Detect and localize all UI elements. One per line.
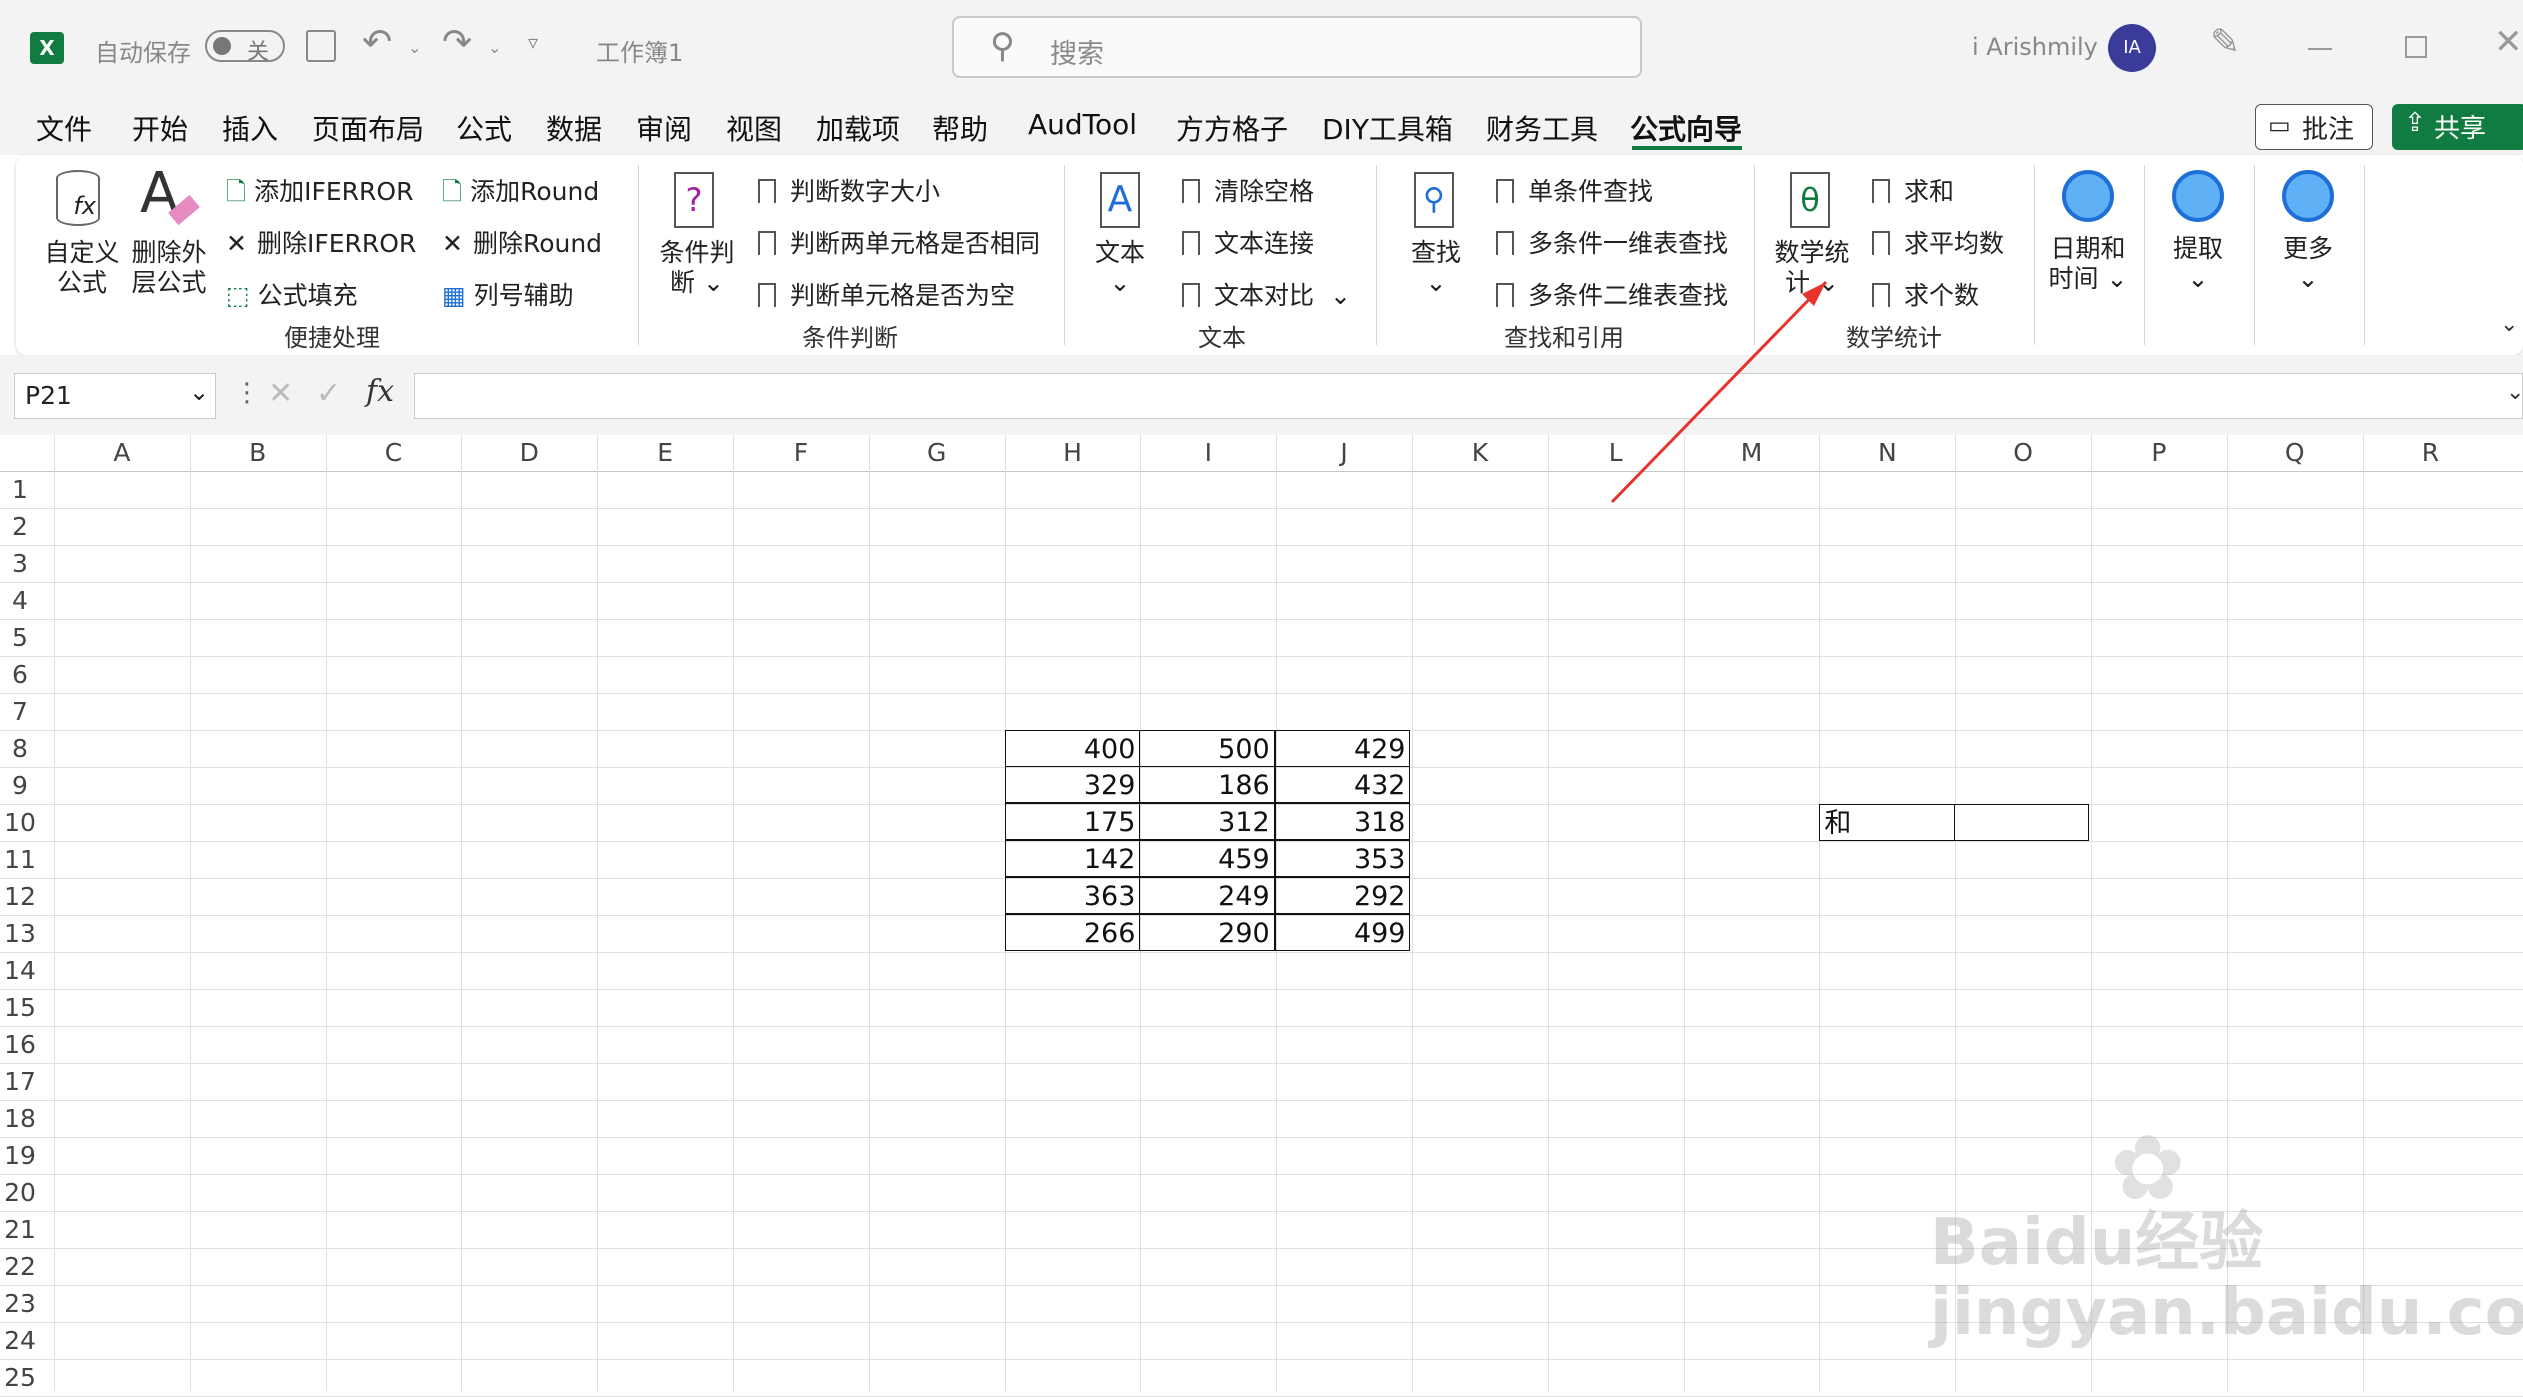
arrow-line (1610, 280, 1828, 504)
watermark-text: Baidu经验 jingyan.baidu.com (1930, 1206, 2523, 1350)
watermark: ✿ Baidu经验 jingyan.baidu.com (1930, 1116, 2523, 1350)
